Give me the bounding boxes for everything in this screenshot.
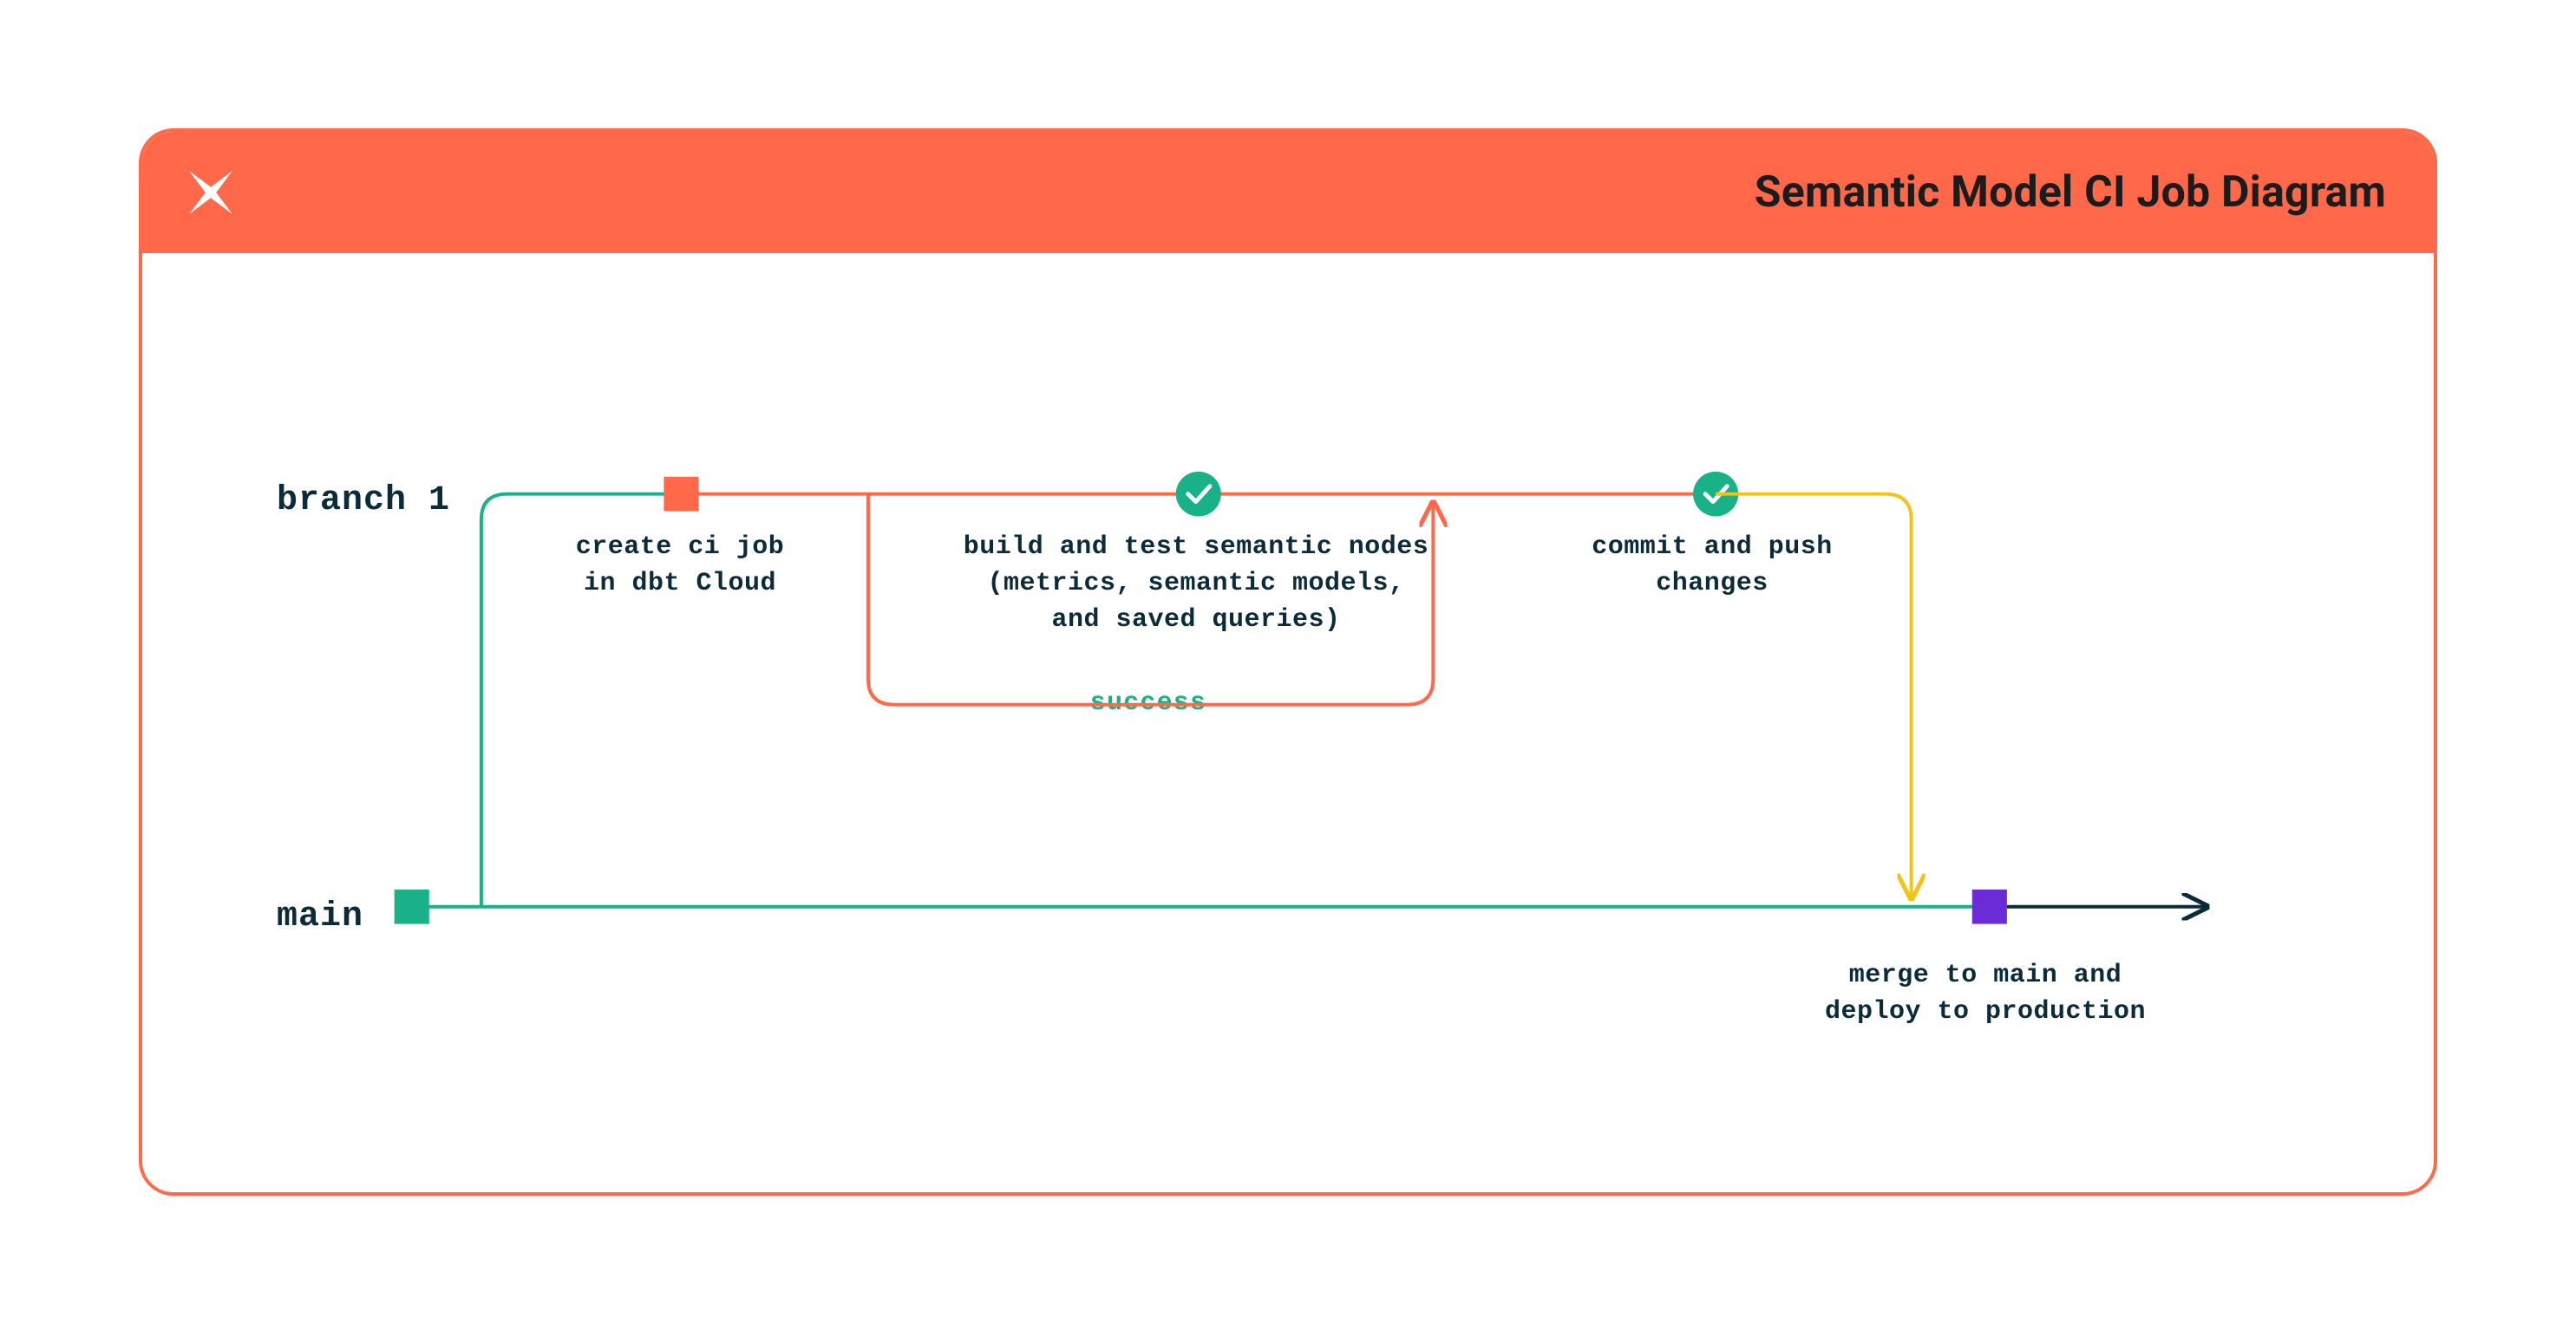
diagram-card: Semantic Model CI Job Diagram branch 1 m… <box>139 128 2437 1196</box>
create-ci-marker <box>664 477 698 512</box>
check-icon-build <box>1176 472 1221 517</box>
merge-down-path <box>1716 494 1912 898</box>
branch-off-path <box>481 494 682 907</box>
success-loop <box>868 494 1433 705</box>
diagram-area: branch 1 main create ci job in dbt Cloud… <box>142 253 2434 1192</box>
merge-marker <box>1972 890 2007 924</box>
dbt-logo-icon <box>177 159 245 226</box>
header-title: Semantic Model CI Job Diagram <box>1755 167 2386 218</box>
card-header: Semantic Model CI Job Diagram <box>142 132 2434 253</box>
main-start-marker <box>395 890 429 924</box>
